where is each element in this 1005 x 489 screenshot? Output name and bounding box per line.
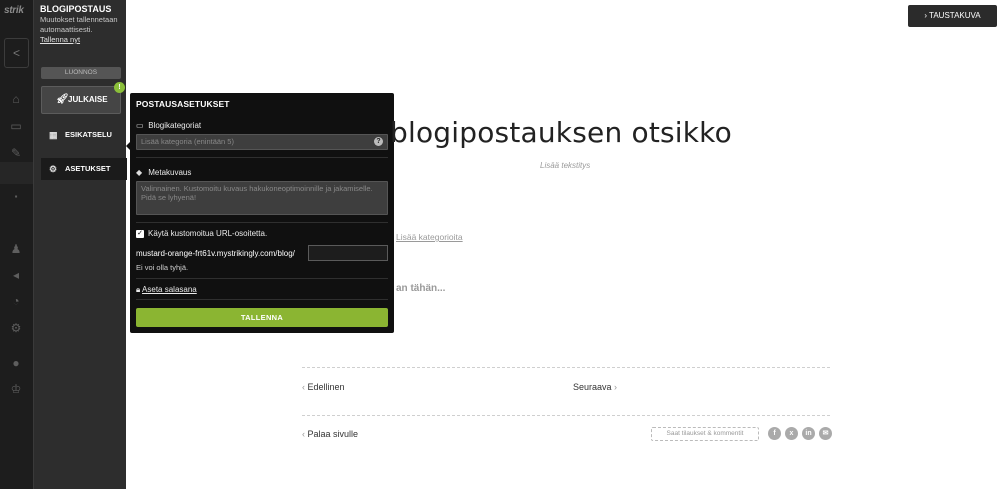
settings-icon[interactable]: ⚙	[9, 321, 23, 335]
chevron-left-icon: ‹	[302, 382, 305, 392]
chat-icon[interactable]: ●	[9, 356, 23, 370]
email-icon[interactable]: ✉	[819, 427, 832, 440]
app-logo: strik	[4, 5, 24, 16]
back-to-page-link[interactable]: ‹ Palaa sivulle	[302, 429, 358, 439]
post-settings-popup: POSTAUSASETUKSET ▭ Blogikategoriat Lisää…	[130, 93, 394, 333]
autosave-note: Muutokset tallennetaan automaattisesti. …	[40, 15, 120, 45]
set-password-label: Aseta salasana	[142, 285, 197, 294]
divider	[136, 157, 388, 158]
url-prefix: mustard-orange-frt61v.mystrikingly.com/b…	[136, 249, 295, 258]
url-slug-input[interactable]	[308, 245, 388, 261]
category-placeholder: Lisää kategoria (enintään 5)	[141, 137, 234, 146]
linkedin-icon[interactable]: in	[802, 427, 815, 440]
meta-label-text: Metakuvaus	[148, 168, 192, 177]
back-button[interactable]: <	[4, 38, 29, 68]
chevron-left-icon: ‹	[302, 429, 305, 439]
chevron-right-icon: ›	[614, 382, 618, 392]
save-button[interactable]: TALLENNA	[136, 308, 388, 327]
x-icon[interactable]: x	[785, 427, 798, 440]
subscribe-button[interactable]: Saat tilaukset & kommentit	[651, 427, 759, 441]
users-icon[interactable]: ♟	[9, 242, 23, 256]
warning-badge: !	[114, 82, 125, 93]
next-label: Seuraava	[573, 382, 612, 392]
url-error-message: Ei voi olla tyhjä.	[136, 263, 189, 272]
lock-icon: 🔒︎	[136, 285, 141, 294]
subtitle-input[interactable]: Lisää tekstitys	[540, 161, 590, 170]
folder-icon: ▭	[136, 121, 144, 130]
panel-title: BLOGIPOSTAUS	[40, 4, 112, 14]
next-post-link[interactable]: Seuraava ›	[573, 382, 617, 392]
divider	[302, 367, 830, 368]
app-sidebar: strik < ⌂ ▭ ✎ ▪ ♟ ◂ ◔ ⚙ ● ♔	[0, 0, 33, 489]
divider	[302, 415, 830, 416]
post-title[interactable]: blogipostauksen otsikko	[390, 116, 732, 149]
save-now-link[interactable]: Tallenna nyt	[40, 35, 80, 44]
analytics-icon[interactable]: ◔	[9, 294, 23, 308]
settings-label: ASETUKSET	[65, 164, 111, 173]
facebook-icon[interactable]: f	[768, 427, 781, 440]
publish-label: JULKAISE	[68, 95, 108, 104]
publish-button[interactable]: 🚀︎ JULKAISE !	[41, 82, 125, 114]
editor-window: strik < ⌂ ▭ ✎ ▪ ♟ ◂ ◔ ⚙ ● ♔ BLOGIPOSTAUS…	[0, 0, 1005, 489]
set-password-link[interactable]: 🔒︎ Aseta salasana	[136, 285, 197, 295]
help-icon[interactable]: ?	[374, 137, 383, 146]
store-icon[interactable]: ▭	[9, 119, 23, 133]
meta-placeholder: Valinnainen. Kustomoitu kuvaus hakukoneo…	[141, 184, 373, 202]
edit-icon[interactable]: ✎	[9, 146, 23, 160]
meta-description-textarea[interactable]: Valinnainen. Kustomoitu kuvaus hakukoneo…	[136, 181, 388, 215]
marketing-icon[interactable]: ◂	[9, 268, 23, 282]
add-categories-link[interactable]: Lisää kategorioita	[396, 232, 463, 242]
previous-label: Edellinen	[307, 382, 345, 392]
blog-nav-highlight	[0, 162, 33, 184]
background-image-button[interactable]: › TAUSTAKUVA	[908, 5, 997, 27]
preview-label: ESIKATSELU	[65, 130, 112, 139]
settings-button[interactable]: ⚙ ASETUKSET	[41, 158, 127, 180]
blog-icon[interactable]: ▪	[9, 190, 23, 204]
preview-button[interactable]: ▦ ESIKATSELU	[41, 124, 127, 146]
divider	[136, 299, 388, 300]
category-label: ▭ Blogikategoriat	[136, 121, 201, 130]
custom-url-checkbox[interactable]: ✓	[136, 230, 144, 238]
autosave-text: Muutokset tallennetaan automaattisesti.	[40, 15, 118, 34]
divider	[136, 278, 388, 279]
preview-icon: ▦	[49, 130, 58, 140]
popup-title: POSTAUSASETUKSET	[136, 99, 230, 109]
blog-post-panel: BLOGIPOSTAUS Muutokset tallennetaan auto…	[33, 0, 127, 489]
custom-url-label: Käytä kustomoitua URL-osoitetta.	[148, 229, 268, 238]
chevron-right-icon: ›	[924, 11, 928, 20]
background-image-label: TAUSTAKUVA	[929, 11, 981, 20]
gear-icon: ⚙	[49, 164, 58, 174]
trophy-icon[interactable]: ♔	[9, 382, 23, 396]
tag-icon: ◆	[136, 168, 143, 177]
divider	[136, 222, 388, 223]
previous-post-link[interactable]: ‹ Edellinen	[302, 382, 345, 392]
post-body-editor[interactable]: an tähän...	[396, 283, 445, 294]
meta-label: ◆ Metakuvaus	[136, 168, 191, 177]
category-input[interactable]: Lisää kategoria (enintään 5) ?	[136, 134, 388, 150]
rocket-icon: 🚀︎	[56, 94, 69, 105]
home-icon[interactable]: ⌂	[9, 92, 23, 106]
draft-status-badge: LUONNOS	[41, 67, 121, 79]
back-to-page-label: Palaa sivulle	[307, 429, 359, 439]
category-label-text: Blogikategoriat	[148, 121, 202, 130]
